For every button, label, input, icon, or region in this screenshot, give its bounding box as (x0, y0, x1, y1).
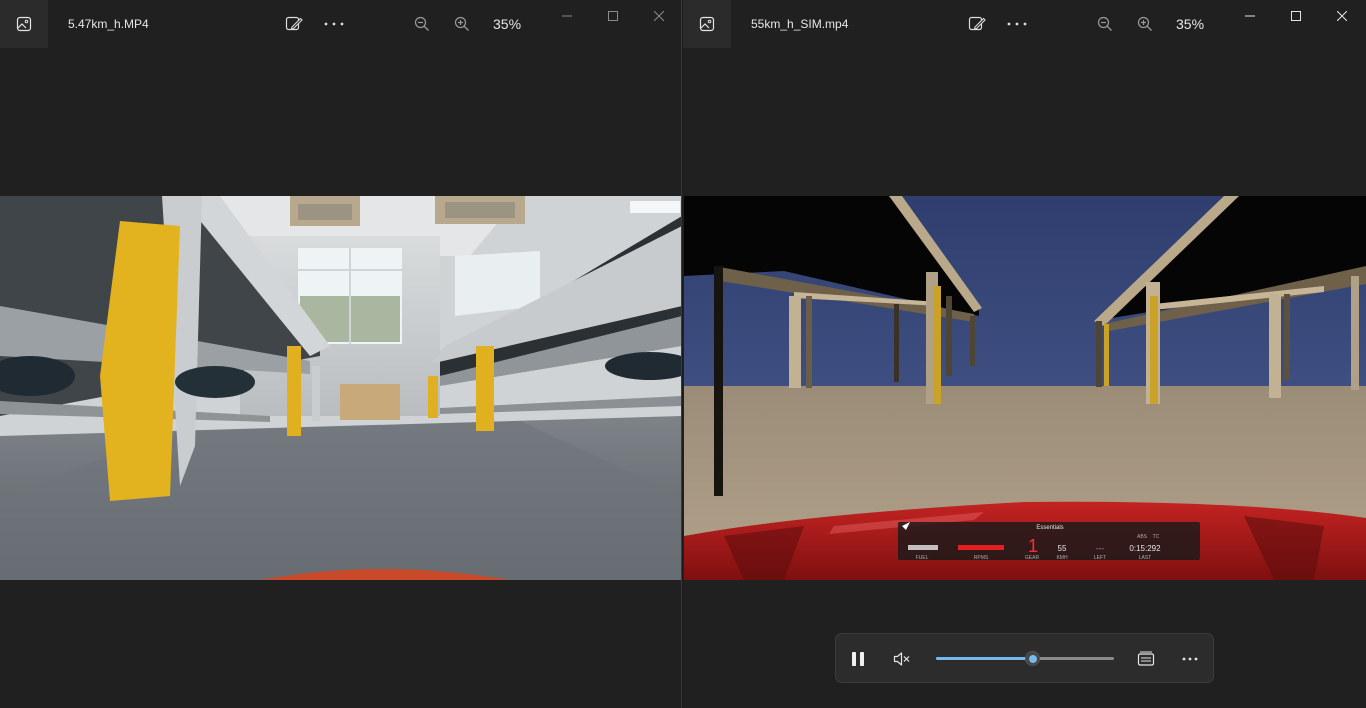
zoom-out-icon[interactable] (410, 12, 434, 36)
minimize-button[interactable] (1227, 0, 1273, 32)
zoom-out-icon[interactable] (1093, 12, 1117, 36)
volume-muted-icon[interactable] (890, 647, 914, 671)
zoom-level: 35% (493, 16, 522, 32)
hud-last-label: LAST (1139, 555, 1152, 561)
edit-image-icon[interactable] (282, 12, 306, 36)
close-button[interactable] (636, 0, 681, 32)
zoom-in-icon[interactable] (1133, 12, 1157, 36)
file-name: 5.47km_h.MP4 (68, 17, 149, 31)
seek-slider[interactable] (936, 651, 1114, 666)
seek-thumb[interactable] (1025, 651, 1041, 666)
captions-icon[interactable] (1134, 647, 1158, 671)
maximize-button[interactable] (1273, 0, 1319, 32)
hud-left-value: --- (1096, 544, 1104, 553)
hud-header: Essentials (1036, 525, 1063, 531)
right-photos-window: 55km_h_SIM.mp4 35% Essentials 1 55 --- 0… (683, 0, 1366, 708)
hud-kmh-label: KMH (1056, 555, 1068, 561)
left-photos-window: 5.47km_h.MP4 35% (0, 0, 682, 708)
hud-rpms-label: RPMS (974, 555, 989, 561)
title-bar: 55km_h_SIM.mp4 35% (683, 0, 1366, 48)
hud-left-label: LEFT (1094, 555, 1106, 561)
zoom-in-icon[interactable] (450, 12, 474, 36)
more-options-icon[interactable] (1005, 12, 1029, 36)
edit-image-icon[interactable] (965, 12, 989, 36)
simulation-video-frame[interactable]: Essentials 1 55 --- 0:15:292 ABS TC FUEL… (684, 196, 1366, 580)
close-button[interactable] (1319, 0, 1365, 32)
zoom-level: 35% (1176, 16, 1205, 32)
hud-lap-time: 0:15:292 (1129, 544, 1161, 553)
hud-gear: 1 (1028, 536, 1038, 556)
title-bar: 5.47km_h.MP4 35% (0, 0, 681, 48)
file-name: 55km_h_SIM.mp4 (751, 17, 849, 31)
hud-abs-label: ABS (1137, 534, 1148, 540)
photos-app-icon[interactable] (0, 0, 48, 48)
maximize-button[interactable] (590, 0, 636, 32)
hud-tc-label: TC (1153, 534, 1160, 540)
hud-speed: 55 (1058, 544, 1067, 553)
more-options-icon[interactable] (1178, 647, 1202, 671)
media-controls-bar (835, 633, 1214, 683)
real-video-frame[interactable] (0, 196, 681, 580)
photos-app-icon[interactable] (683, 0, 731, 48)
more-options-icon[interactable] (322, 12, 346, 36)
hud-gear-label: GEAR (1025, 555, 1040, 561)
minimize-button[interactable] (544, 0, 590, 32)
pause-icon[interactable] (846, 647, 870, 671)
seek-progress (936, 657, 1033, 660)
hud-fuel-label: FUEL (916, 555, 929, 561)
